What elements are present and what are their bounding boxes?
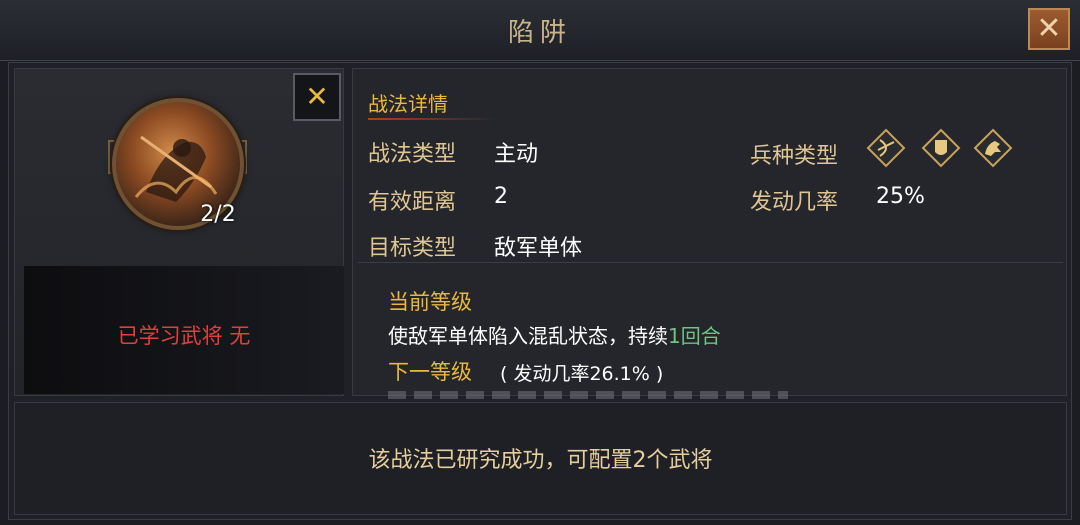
next-level-title: 下一等级	[388, 360, 472, 384]
effective-range-label: 有效距离	[368, 190, 457, 215]
skill-level-count: 2/2	[200, 202, 236, 227]
details-section-title: 战法详情	[368, 92, 448, 116]
close-icon: ✕	[305, 80, 329, 113]
description-text: 使敌军单体陷入混乱状态，持续	[388, 324, 668, 348]
skill-type-value: 主动	[494, 142, 539, 167]
cavalry-troop-icon[interactable]	[973, 128, 1013, 168]
duration-highlight: 1回合	[668, 324, 721, 348]
title-bar: 陷阱 ✕	[0, 0, 1080, 61]
troop-type-label: 兵种类型	[750, 144, 839, 169]
next-level-rate-note: ( 发动几率26.1% )	[500, 363, 664, 385]
close-window-button[interactable]: ✕	[1028, 8, 1070, 50]
window-title: 陷阱	[507, 18, 572, 48]
current-level-description: 使敌军单体陷入混乱状态，持续1回合	[388, 320, 721, 349]
learned-generals-box: 已学习武将 无	[24, 266, 344, 394]
section-title-underline	[368, 118, 498, 120]
close-panel-button[interactable]: ✕	[293, 73, 341, 121]
research-status-text: 该战法已研究成功，可配置2个武将	[368, 448, 713, 473]
trigger-rate-value: 25%	[876, 184, 925, 209]
scrolled-text-fragment	[388, 391, 788, 399]
target-type-value: 敌军单体	[494, 236, 583, 261]
current-level-title: 当前等级	[388, 290, 472, 314]
skill-type-label: 战法类型	[368, 142, 457, 167]
learned-generals-text: 已学习武将 无	[117, 324, 251, 348]
effective-range-value: 2	[494, 184, 508, 209]
close-icon: ✕	[1036, 11, 1062, 46]
target-type-label: 目标类型	[368, 236, 457, 261]
trigger-rate-label: 发动几率	[750, 190, 839, 215]
details-divider	[358, 262, 1063, 263]
shield-troop-icon[interactable]	[921, 128, 961, 168]
bow-troop-icon[interactable]	[866, 128, 906, 168]
